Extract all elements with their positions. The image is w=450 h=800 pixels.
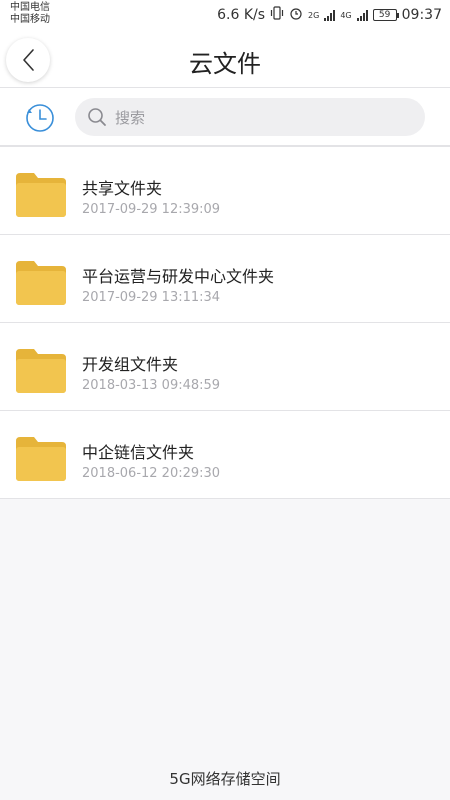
status-bar: 中国电信 中国移动 6.6 K/s 2G 4G 59 09:37 bbox=[0, 0, 450, 30]
network-type-2: 4G bbox=[340, 10, 352, 20]
folder-time: 2018-06-12 20:29:30 bbox=[82, 466, 221, 481]
history-button[interactable] bbox=[22, 100, 58, 136]
folder-time: 2017-09-29 13:11:34 bbox=[82, 290, 221, 305]
folder-time: 2017-09-29 12:39:09 bbox=[82, 202, 221, 217]
search-row: 搜索 bbox=[0, 88, 450, 146]
folder-list: 共享文件夹 2017-09-29 12:39:09 平台运营与研发中心文件夹 2… bbox=[0, 146, 450, 499]
folder-name: 平台运营与研发中心文件夹 bbox=[82, 267, 275, 286]
search-icon bbox=[88, 108, 106, 126]
carrier-2: 中国移动 bbox=[10, 14, 50, 25]
battery-icon: 59 bbox=[372, 9, 399, 21]
carrier-info: 中国电信 中国移动 bbox=[10, 2, 50, 26]
search-input[interactable]: 搜索 bbox=[75, 98, 425, 136]
network-speed: 6.6 K/s bbox=[217, 7, 266, 23]
folder-name: 共享文件夹 bbox=[82, 179, 163, 198]
folder-item[interactable]: 平台运营与研发中心文件夹 2017-09-29 13:11:34 bbox=[0, 235, 450, 323]
folder-icon bbox=[16, 437, 66, 481]
signal-icon-2 bbox=[356, 9, 368, 21]
signal-icon-1 bbox=[324, 9, 336, 21]
folder-item[interactable]: 中企链信文件夹 2018-06-12 20:29:30 bbox=[0, 411, 450, 499]
folder-name: 中企链信文件夹 bbox=[82, 443, 195, 462]
carrier-1: 中国电信 bbox=[10, 2, 50, 13]
page-title: 云文件 bbox=[189, 50, 261, 78]
folder-icon bbox=[16, 349, 66, 393]
history-clock-icon bbox=[26, 104, 54, 132]
folder-time: 2018-03-13 09:48:59 bbox=[82, 378, 221, 393]
status-icons: 6.6 K/s 2G 4G 59 09:37 bbox=[217, 6, 442, 24]
folder-icon bbox=[16, 261, 66, 305]
storage-footer-label: 5G网络存储空间 bbox=[169, 770, 281, 788]
alarm-icon bbox=[289, 6, 303, 24]
folder-name: 开发组文件夹 bbox=[82, 355, 179, 374]
search-placeholder: 搜索 bbox=[115, 108, 146, 127]
folder-icon bbox=[16, 173, 66, 217]
header-bar: 云文件 bbox=[0, 30, 450, 88]
folder-item[interactable]: 共享文件夹 2017-09-29 12:39:09 bbox=[0, 147, 450, 235]
folder-item[interactable]: 开发组文件夹 2018-03-13 09:48:59 bbox=[0, 323, 450, 411]
network-type-1: 2G bbox=[308, 10, 320, 20]
vibrate-icon bbox=[270, 6, 284, 24]
clock: 09:37 bbox=[401, 7, 442, 23]
